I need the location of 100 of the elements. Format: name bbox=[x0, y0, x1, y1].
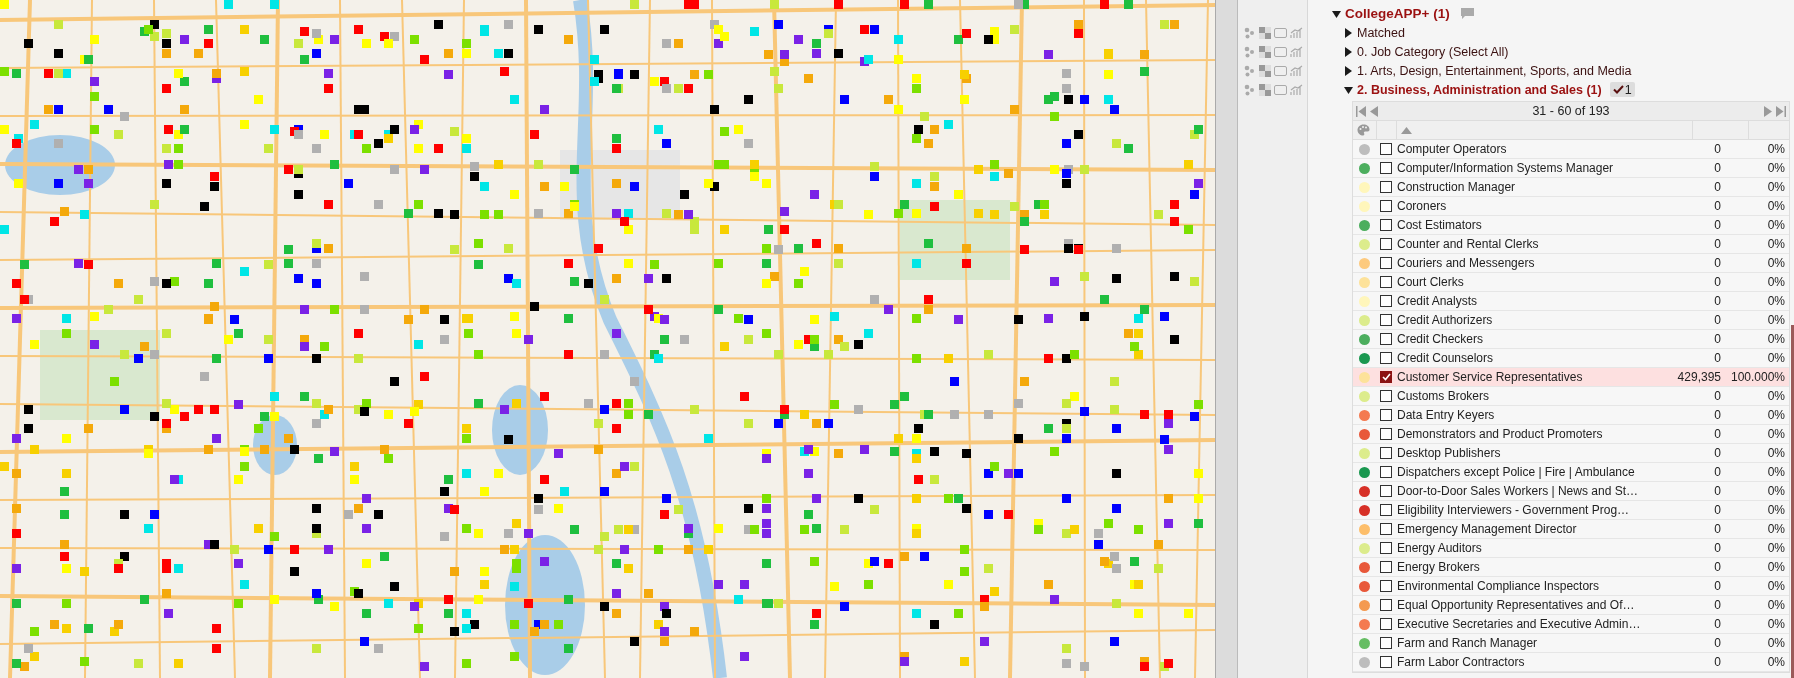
group-title[interactable]: CollegeAPP+ (1) bbox=[1345, 6, 1450, 21]
percent-cell-text: 0% bbox=[1766, 465, 1786, 479]
percent-cell-text: 0% bbox=[1766, 199, 1786, 213]
count-cell-text: 0 bbox=[1713, 313, 1722, 327]
job-name: Door-to-Door Sales Workers | News and St… bbox=[1397, 484, 1639, 498]
checkbox[interactable] bbox=[1380, 238, 1392, 250]
caret-icon[interactable] bbox=[1332, 8, 1341, 19]
caret-icon[interactable] bbox=[1344, 65, 1353, 76]
count-cell-text: 0 bbox=[1713, 579, 1722, 593]
checkbox[interactable] bbox=[1380, 276, 1392, 288]
checkbox[interactable] bbox=[1380, 371, 1392, 383]
checkbox[interactable] bbox=[1380, 580, 1392, 592]
checkbox[interactable] bbox=[1380, 561, 1392, 573]
count-cell-text: 0 bbox=[1713, 541, 1722, 555]
job-name: Equal Opportunity Representatives and Of… bbox=[1397, 598, 1636, 612]
checkerboard-icon[interactable] bbox=[1259, 64, 1271, 77]
percent-cell-text: 0% bbox=[1766, 180, 1786, 194]
checkbox[interactable] bbox=[1380, 523, 1392, 535]
checkbox[interactable] bbox=[1380, 333, 1392, 345]
count-cell-text: 0 bbox=[1713, 275, 1722, 289]
checkerboard-icon[interactable] bbox=[1259, 83, 1271, 96]
job-name: Customer Service Representatives bbox=[1397, 370, 1584, 384]
checkbox[interactable] bbox=[1380, 295, 1392, 307]
percent-cell-text: 0% bbox=[1766, 313, 1786, 327]
checkbox[interactable] bbox=[1380, 390, 1392, 402]
checkbox[interactable] bbox=[1380, 656, 1392, 668]
count-cell-text: 0 bbox=[1713, 598, 1722, 612]
checkbox[interactable] bbox=[1380, 257, 1392, 269]
percent-cell-text: 100.000% bbox=[1729, 370, 1786, 384]
job-name: Credit Counselors bbox=[1397, 351, 1495, 365]
percent-cell-text: 0% bbox=[1766, 484, 1786, 498]
count-cell-text: 0 bbox=[1713, 218, 1722, 232]
job-name: Coroners bbox=[1397, 199, 1448, 213]
checkbox[interactable] bbox=[1380, 428, 1392, 440]
job-name: Credit Checkers bbox=[1397, 332, 1485, 346]
count-cell-text: 0 bbox=[1713, 142, 1722, 156]
checkerboard-icon[interactable] bbox=[1259, 45, 1271, 58]
job-name: Farm Labor Contractors bbox=[1397, 655, 1526, 669]
percent-cell-text: 0% bbox=[1766, 161, 1786, 175]
count-cell-text: 0 bbox=[1713, 522, 1722, 536]
percent-cell-text: 0% bbox=[1766, 256, 1786, 270]
percent-cell-text: 0% bbox=[1766, 560, 1786, 574]
percent-cell-text: 0% bbox=[1766, 541, 1786, 555]
count-cell-text: 0 bbox=[1713, 180, 1722, 194]
count-cell-text: 0 bbox=[1713, 655, 1722, 669]
count-cell-text: 0 bbox=[1713, 199, 1722, 213]
count-cell-text: 0 bbox=[1713, 465, 1722, 479]
checkbox[interactable] bbox=[1380, 219, 1392, 231]
job-name: Counter and Rental Clerks bbox=[1397, 237, 1540, 251]
percent-cell-text: 0% bbox=[1766, 142, 1786, 156]
count-cell-text: 0 bbox=[1713, 484, 1722, 498]
checkbox[interactable] bbox=[1380, 181, 1392, 193]
count-cell-text: 0 bbox=[1713, 503, 1722, 517]
count-cell-text: 0 bbox=[1713, 446, 1722, 460]
percent-cell-text: 0% bbox=[1766, 427, 1786, 441]
caret-icon[interactable] bbox=[1344, 27, 1353, 38]
job-name: Court Clerks bbox=[1397, 275, 1465, 289]
checkbox[interactable] bbox=[1380, 409, 1392, 421]
job-name: Couriers and Messengers bbox=[1397, 256, 1536, 270]
checkbox[interactable] bbox=[1380, 466, 1392, 478]
percent-cell-text: 0% bbox=[1766, 446, 1786, 460]
checkbox[interactable] bbox=[1380, 162, 1392, 174]
caret-icon[interactable] bbox=[1344, 46, 1353, 57]
page-range: 31 - 60 of 193 bbox=[1531, 104, 1611, 118]
percent-cell-text: 0% bbox=[1766, 237, 1786, 251]
checkbox[interactable] bbox=[1380, 314, 1392, 326]
job-name: Environmental Compliance Inspectors bbox=[1397, 579, 1601, 593]
category-label[interactable]: Matched bbox=[1357, 25, 1405, 40]
percent-cell-text: 0% bbox=[1766, 294, 1786, 308]
count-cell-text: 429,395 bbox=[1676, 370, 1722, 384]
job-name: Energy Brokers bbox=[1397, 560, 1481, 574]
count-cell-text: 0 bbox=[1713, 256, 1722, 270]
count-cell-text: 0 bbox=[1713, 389, 1722, 403]
checkbox[interactable] bbox=[1380, 485, 1392, 497]
checkbox[interactable] bbox=[1380, 599, 1392, 611]
percent-cell-text: 0% bbox=[1766, 332, 1786, 346]
checkbox[interactable] bbox=[1380, 504, 1392, 516]
count-cell-text: 0 bbox=[1713, 560, 1722, 574]
job-name: Data Entry Keyers bbox=[1397, 408, 1496, 422]
checkbox[interactable] bbox=[1380, 143, 1392, 155]
job-name: Dispatchers except Police | Fire | Ambulance bbox=[1397, 465, 1636, 479]
checkbox[interactable] bbox=[1380, 542, 1392, 554]
checkbox[interactable] bbox=[1380, 618, 1392, 630]
count-cell-text: 0 bbox=[1713, 408, 1722, 422]
job-name: Construction Manager bbox=[1397, 180, 1517, 194]
caret-icon[interactable] bbox=[1344, 84, 1353, 95]
checkbox[interactable] bbox=[1380, 352, 1392, 364]
job-name: Cost Estimators bbox=[1397, 218, 1483, 232]
count-cell-text: 0 bbox=[1713, 237, 1722, 251]
category-label[interactable]: 1. Arts, Design, Entertainment, Sports, and Media bbox=[1357, 63, 1632, 78]
checkbox[interactable] bbox=[1380, 637, 1392, 649]
job-name: Credit Authorizers bbox=[1397, 313, 1494, 327]
category-label[interactable]: 0. Job Category (Select All) bbox=[1357, 44, 1509, 59]
percent-cell-text: 0% bbox=[1766, 655, 1786, 669]
category-label[interactable]: 2. Business, Administration and Sales (1) bbox=[1357, 82, 1602, 97]
checkerboard-icon[interactable] bbox=[1259, 26, 1271, 39]
job-name: Desktop Publishers bbox=[1397, 446, 1502, 460]
checkbox[interactable] bbox=[1380, 447, 1392, 459]
checkbox[interactable] bbox=[1380, 200, 1392, 212]
job-name: Credit Analysts bbox=[1397, 294, 1479, 308]
